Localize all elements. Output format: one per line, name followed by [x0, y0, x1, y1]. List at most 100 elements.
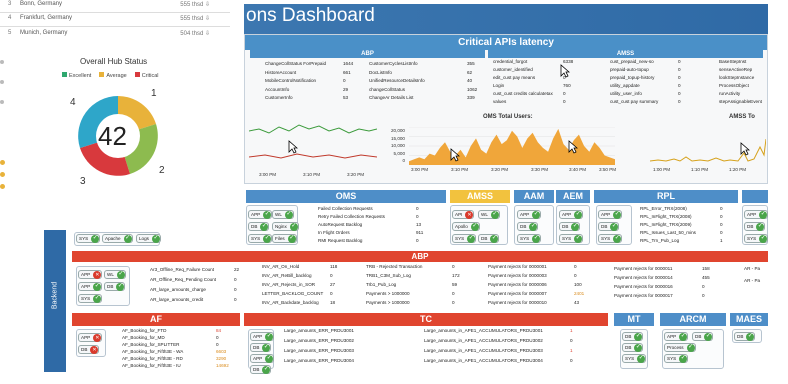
metric-label: Large_amounts_ERR_PRDU3001	[284, 328, 354, 333]
abp-wl-status[interactable]: WL	[104, 270, 126, 279]
metric-label: Large_amounts_ERR_PRDU3002	[284, 338, 354, 343]
abp-db-status[interactable]: DB	[104, 282, 126, 291]
extra-app-status[interactable]: APP	[744, 210, 769, 219]
aem-sys-status[interactable]: SYS	[559, 234, 584, 243]
metric-value: 0	[216, 335, 219, 340]
metric-label: Trb1_Pub_Log	[366, 282, 397, 287]
metric-value: 0	[720, 206, 723, 211]
ok-icon	[574, 234, 583, 243]
abp-sys-status[interactable]: SYS	[78, 294, 103, 303]
amss-section-header: AMSS	[450, 190, 510, 203]
aam-sys-status[interactable]: SYS	[517, 234, 542, 243]
aem-db-status[interactable]: DB	[559, 222, 581, 231]
metric-value: 1062	[467, 86, 478, 92]
oms-files-status[interactable]: Files	[272, 234, 297, 243]
ok-icon	[123, 234, 132, 243]
ok-icon	[265, 332, 274, 341]
metric-label: Payment rejects for 0000010	[488, 300, 547, 305]
amss-wl-status[interactable]: WL	[478, 210, 500, 219]
ok-icon	[490, 210, 499, 219]
af-db-status[interactable]: DB	[78, 345, 100, 354]
rpl-sys-status[interactable]: SYS	[598, 234, 623, 243]
extra-db-status[interactable]: DB	[744, 222, 766, 231]
rpl-db-status[interactable]: DB	[598, 222, 620, 231]
metric-value: 40	[467, 78, 473, 83]
left-edge-marks	[0, 60, 8, 200]
metric-value: 100	[574, 282, 582, 287]
amss-apollo-status[interactable]: Apollo	[452, 222, 480, 231]
extra-section-header	[742, 190, 768, 203]
hub-list: 3 Bonn, Germany 555 thsd ⇩ 4 Frankfurt, G…	[0, 0, 240, 40]
tc-db-status[interactable]: DB	[250, 343, 272, 352]
arcm-app-status[interactable]: APP	[664, 332, 689, 341]
hub-row-bonn[interactable]: Bonn, Germany 555 thsd ⇩	[20, 1, 210, 8]
left-latency-chart	[249, 124, 377, 159]
abp-app2-status[interactable]: APP	[78, 282, 103, 291]
mt-db-status[interactable]: DB	[622, 332, 644, 341]
ok-icon	[613, 210, 622, 219]
mt-section-header: MT	[614, 313, 654, 326]
arcm-sys-status[interactable]: SYS	[664, 354, 689, 363]
amss-sys-status[interactable]: SYS	[452, 234, 477, 243]
oms-wl-status[interactable]: WL	[272, 210, 294, 219]
metric-label: values	[493, 99, 507, 104]
abp-app-status[interactable]: APP	[78, 270, 103, 279]
cursor-icon	[740, 142, 750, 156]
amss-db-status[interactable]: DB	[478, 234, 500, 243]
tc-app2-status[interactable]: APP	[250, 354, 275, 363]
hub-row-frankfurt[interactable]: Frankfurt, Germany 555 thsd ⇩	[20, 15, 210, 22]
apache-status[interactable]: Apache	[102, 234, 133, 243]
hub-name: Munich, Germany	[20, 30, 68, 36]
left-chart-xtick: 3:20 PM	[347, 172, 365, 177]
mt-db2-status[interactable]: DB	[622, 343, 644, 352]
sys-status[interactable]: SYS	[76, 234, 101, 243]
ok-icon	[756, 222, 765, 231]
metric-label: AR_large_amounts_credit	[150, 297, 204, 302]
amss-api-status[interactable]: API	[452, 210, 475, 219]
metric-label: RPL_InFlight_TRX(2008)	[640, 214, 692, 219]
rpl-app-status[interactable]: APP	[598, 210, 623, 219]
oms-sys-status[interactable]: SYS	[248, 234, 273, 243]
ok-icon	[574, 210, 583, 219]
metric-label: INV_AR_On_Hold	[262, 264, 300, 269]
metric-value: 0	[570, 358, 573, 363]
metric-value: 59	[452, 282, 458, 287]
oms-db-status[interactable]: DB	[248, 222, 270, 231]
af-app-status[interactable]: APP	[78, 333, 103, 342]
hub-row-munich[interactable]: Munich, Germany 504 thsd ⇩	[20, 30, 210, 37]
metric-value: 0	[702, 293, 705, 298]
aam-app-status[interactable]: APP	[517, 210, 542, 219]
oms-nginx-status[interactable]: Nginx	[272, 222, 299, 231]
arcm-db-status[interactable]: DB	[692, 332, 714, 341]
ok-icon	[263, 210, 272, 219]
metric-label: Large_amounts_in_APE1_ACCUMULATORS_PRDU3…	[424, 328, 543, 333]
aem-app-status[interactable]: APP	[559, 210, 584, 219]
metric-value: 661	[343, 69, 351, 75]
ok-icon	[571, 222, 580, 231]
oms-app-status[interactable]: APP	[248, 210, 273, 219]
arcm-process-status[interactable]: Process	[664, 343, 696, 352]
metric-label: utility_user_info	[610, 91, 642, 96]
error-icon	[93, 270, 102, 279]
extra-sys-status[interactable]: SYS	[744, 234, 769, 243]
tc-db2-status[interactable]: DB	[250, 365, 272, 374]
metric-label: cust_cust credits calculatetax	[493, 91, 553, 96]
logs-status[interactable]: Logs	[136, 234, 161, 243]
ok-icon	[610, 222, 619, 231]
metric-label: Payment rejects for 0000007	[488, 291, 547, 296]
metric-value: 0	[330, 273, 333, 278]
mt-sys-status[interactable]: SYS	[622, 354, 647, 363]
ok-icon	[265, 354, 274, 363]
metric-label: senseActiveRep	[719, 67, 753, 72]
metric-value: 18	[330, 300, 336, 305]
oms-section-header: OMS	[246, 190, 446, 203]
aam-db-status[interactable]: DB	[517, 222, 539, 231]
tc-app-status[interactable]: APP	[250, 332, 275, 341]
amss-xtick: 1:10 PM	[691, 167, 709, 172]
dashboard-title-bar: ons Dashboard	[244, 4, 768, 34]
maes-db-status[interactable]: DB	[734, 332, 756, 341]
metric-value: 1	[570, 328, 573, 333]
metric-label: edit_cust pay means	[493, 75, 536, 80]
oms-xtick: 3:00 PM	[411, 167, 429, 172]
metric-value: 27	[330, 282, 336, 287]
